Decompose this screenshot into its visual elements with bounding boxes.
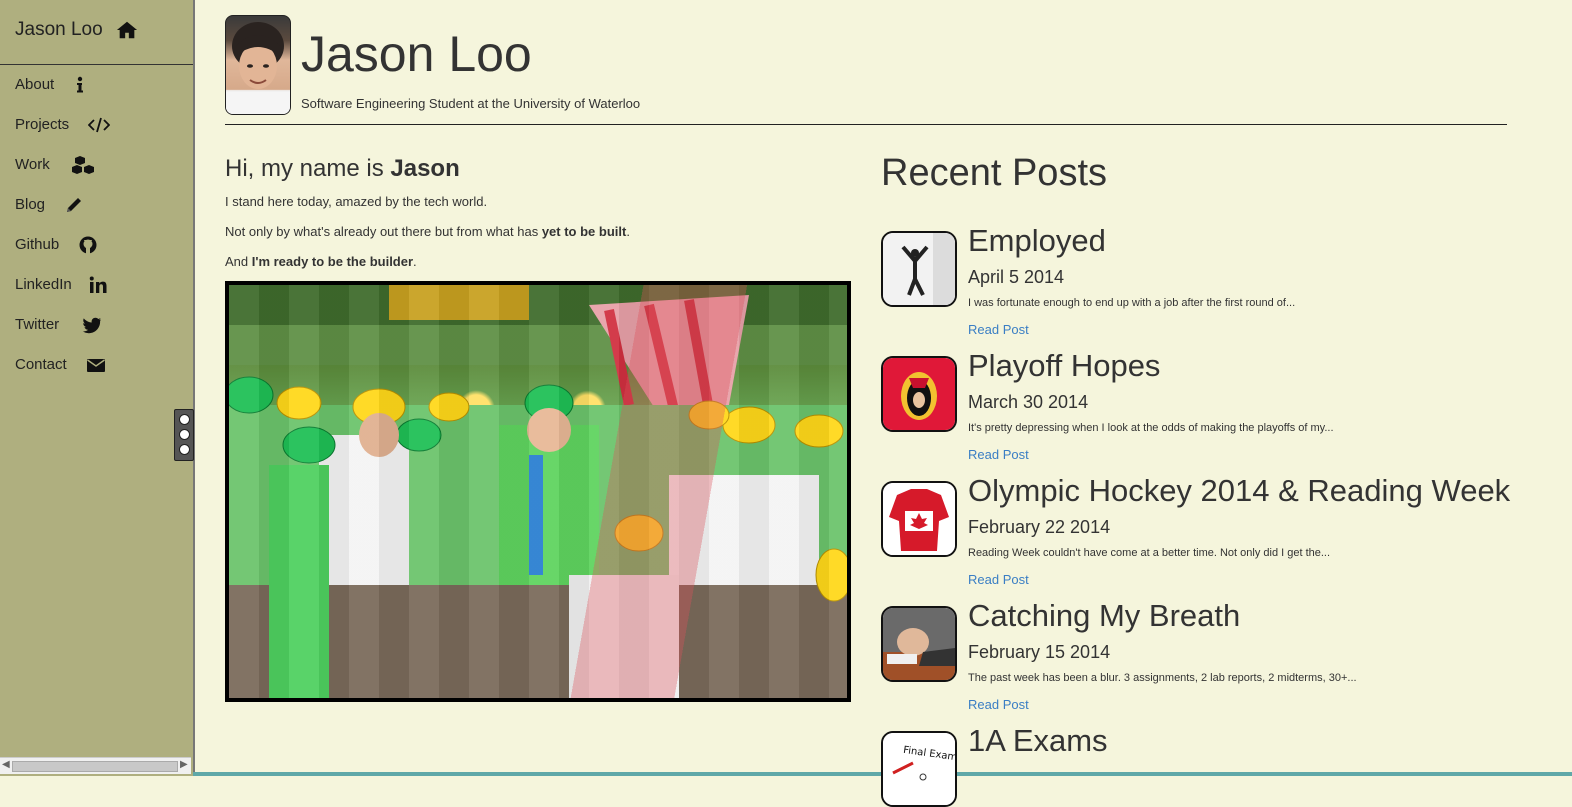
post-date: February 22 2014 [968, 517, 1111, 537]
sidebar-item-twitter[interactable]: Twitter [0, 310, 193, 340]
read-post-link[interactable]: Read Post [968, 322, 1029, 337]
post-item: Employed April 5 2014 I was fortunate en… [881, 223, 1511, 351]
sidebar-item-github[interactable]: Github [0, 230, 193, 260]
greeting-name: Jason [390, 155, 460, 182]
envelope-icon [86, 355, 106, 375]
read-post-link[interactable]: Read Post [968, 572, 1029, 587]
post-title[interactable]: Olympic Hockey 2014 & Reading Week [968, 473, 1510, 509]
sidebar-item-about[interactable]: About [0, 70, 193, 100]
twitter-icon [82, 315, 102, 335]
sidebar-item-label: Twitter [15, 316, 60, 333]
read-post-link[interactable]: Read Post [968, 697, 1029, 712]
post-date: February 15 2014 [968, 642, 1111, 662]
sidebar-item-blog[interactable]: Blog [0, 190, 193, 220]
sidebar-item-label: Github [15, 236, 60, 253]
brand-name[interactable]: Jason Loo [15, 19, 103, 41]
scroll-left-arrow-icon[interactable]: ◀ [2, 759, 10, 770]
linkedin-icon [88, 275, 108, 295]
post-title[interactable]: 1A Exams [968, 723, 1108, 759]
code-icon [88, 115, 110, 135]
post-item: Catching My Breath February 15 2014 The … [881, 598, 1511, 726]
post-thumbnail[interactable] [881, 481, 957, 557]
sidebar: Jason Loo About Projects Work Blog Githu… [0, 0, 195, 776]
intro-text: Not only by what's already out there but… [225, 224, 542, 239]
post-item: Final Exam 1A Exams [881, 723, 1511, 807]
post-excerpt: Reading Week couldn't have come at a bet… [968, 547, 1331, 559]
intro-line-1: I stand here today, amazed by the tech w… [225, 194, 488, 209]
post-title[interactable]: Employed [968, 223, 1106, 259]
post-title[interactable]: Catching My Breath [968, 598, 1240, 634]
post-item: Olympic Hockey 2014 & Reading Week Febru… [881, 473, 1511, 601]
scrollbar-thumb[interactable] [12, 761, 178, 772]
hero-photo [225, 281, 851, 702]
intro-line-3: And I'm ready to be the builder. [225, 254, 417, 269]
greeting-heading: Hi, my name is Jason [225, 155, 460, 183]
home-icon[interactable] [116, 19, 138, 41]
intro-text: . [626, 224, 630, 239]
header-divider [225, 124, 1507, 125]
sidebar-item-label: Blog [15, 196, 46, 213]
intro-emphasis: I'm ready to be the builder [251, 254, 414, 269]
post-item: Playoff Hopes March 30 2014 It's pretty … [881, 348, 1511, 476]
sidebar-item-work[interactable]: Work [0, 150, 193, 180]
profile-avatar [225, 15, 291, 115]
cubes-icon [72, 155, 96, 175]
page-title: Jason Loo [301, 26, 532, 82]
handle-dot-icon [179, 429, 190, 440]
post-date: April 5 2014 [968, 267, 1065, 287]
info-icon [70, 75, 90, 95]
intro-line-2: Not only by what's already out there but… [225, 224, 630, 239]
intro-text: And [225, 254, 252, 269]
post-thumbnail[interactable] [881, 356, 957, 432]
sidebar-item-label: About [15, 76, 55, 93]
post-excerpt: I was fortunate enough to end up with a … [968, 297, 1296, 309]
sidebar-item-label: Contact [15, 356, 67, 373]
scroll-right-arrow-icon[interactable]: ▶ [180, 759, 188, 770]
sidebar-item-label: Projects [15, 116, 70, 133]
sidebar-brand[interactable]: Jason Loo [0, 0, 193, 65]
post-excerpt: The past week has been a blur. 3 assignm… [968, 672, 1357, 684]
sidebar-item-label: LinkedIn [15, 276, 72, 293]
sidebar-item-contact[interactable]: Contact [0, 350, 193, 380]
post-excerpt: It's pretty depressing when I look at th… [968, 422, 1334, 434]
intro-text: . [413, 254, 417, 269]
sidebar-item-projects[interactable]: Projects [0, 110, 193, 140]
sidebar-item-label: Work [15, 156, 50, 173]
pencil-icon [64, 195, 84, 215]
post-thumbnail[interactable] [881, 231, 957, 307]
post-date: March 30 2014 [968, 392, 1089, 412]
greeting-prefix: Hi, my name is [225, 155, 391, 182]
post-thumbnail[interactable] [881, 606, 957, 682]
sidebar-toggle-handle[interactable] [174, 409, 194, 461]
recent-posts-heading: Recent Posts [881, 152, 1107, 194]
handle-dot-icon [179, 444, 190, 455]
post-thumbnail[interactable]: Final Exam [881, 731, 957, 807]
read-post-link[interactable]: Read Post [968, 447, 1029, 462]
horizontal-scrollbar[interactable]: ◀ ▶ [0, 757, 191, 774]
handle-dot-icon [179, 414, 190, 425]
post-title[interactable]: Playoff Hopes [968, 348, 1160, 384]
intro-emphasis: yet to be built [541, 224, 627, 239]
sidebar-item-linkedin[interactable]: LinkedIn [0, 270, 193, 300]
github-icon [78, 235, 98, 255]
page-subtitle: Software Engineering Student at the Univ… [301, 96, 641, 111]
